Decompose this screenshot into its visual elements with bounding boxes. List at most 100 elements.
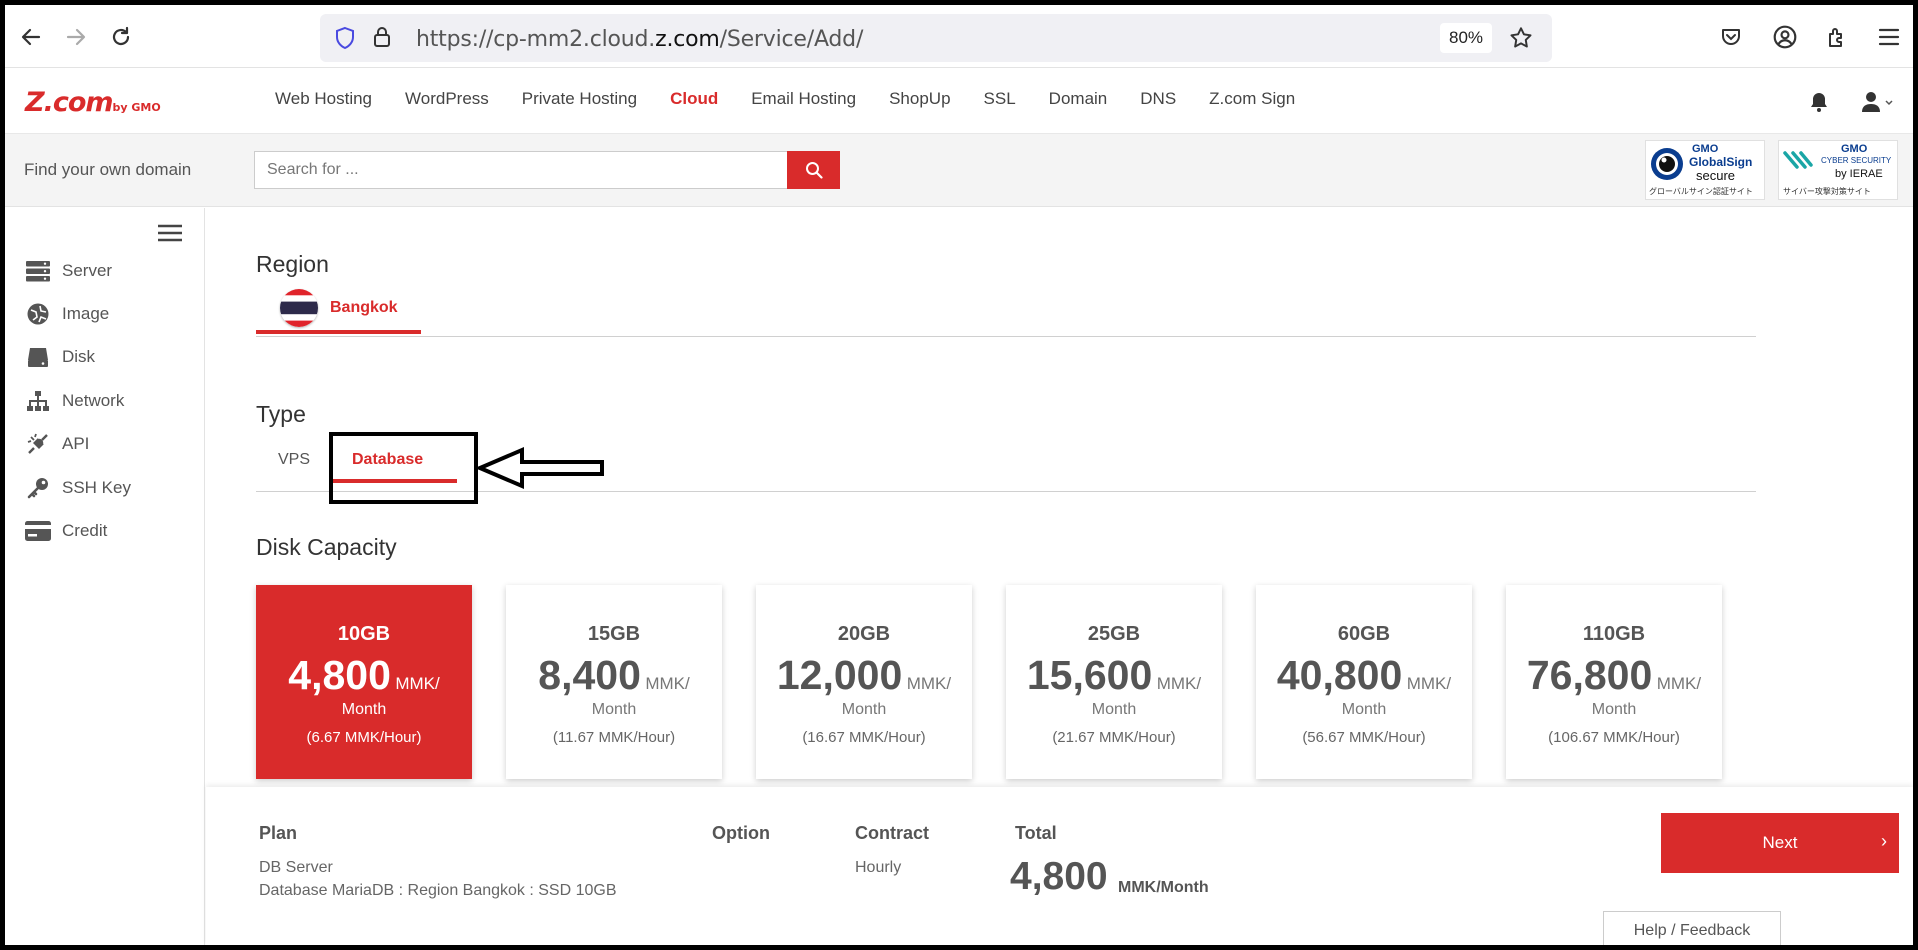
plan-line-2: Database MariaDB : Region Bangkok : SSD … [259, 882, 617, 899]
main-nav: Web Hosting WordPress Private Hosting Cl… [275, 89, 1328, 109]
url-domain: z.com [655, 27, 720, 52]
capacity-card-25gb[interactable]: 25GB 15,600 MMK/ Month (21.67 MMK/Hour) [1006, 585, 1222, 779]
card-hourly: (11.67 MMK/Hour) [552, 729, 676, 746]
url-text[interactable]: https://cp-mm2.cloud.z.com/Service/Add/ [416, 27, 863, 52]
capacity-card-15gb[interactable]: 15GB 8,400 MMK/ Month (11.67 MMK/Hour) [506, 585, 722, 779]
bell-icon[interactable] [1809, 91, 1829, 118]
browser-toolbar: https://cp-mm2.cloud.z.com/Service/Add/ … [5, 5, 1913, 68]
card-price: 8,400 [538, 652, 641, 698]
domain-search-strip: Find your own domain Search for ... GMO … [5, 133, 1913, 207]
zoom-level-badge[interactable]: 80% [1440, 23, 1492, 53]
region-title: Region [256, 251, 329, 277]
nav-zcom-sign[interactable]: Z.com Sign [1209, 89, 1295, 109]
nav-private-hosting[interactable]: Private Hosting [522, 89, 637, 109]
reload-icon[interactable] [107, 23, 135, 51]
browser-window: https://cp-mm2.cloud.z.com/Service/Add/ … [5, 5, 1913, 945]
url-prefix: https://cp-mm2.cloud. [416, 27, 656, 52]
bookmark-star-icon[interactable] [1508, 25, 1534, 56]
card-price: 40,800 [1276, 652, 1403, 698]
account-circle-icon[interactable] [1771, 23, 1799, 51]
sidebar: Server Image Disk Network API SSH Key Cr… [5, 208, 205, 945]
sidebar-toggle-icon[interactable] [157, 223, 183, 248]
card-unit: MMK/ [645, 674, 690, 693]
order-summary-bar: Plan DB Server Database MariaDB : Region… [206, 787, 1913, 945]
back-arrow-icon[interactable] [17, 23, 45, 51]
sidebar-item-label: API [62, 434, 90, 453]
card-per-month: Month [1341, 701, 1387, 718]
disk-icon [24, 344, 52, 370]
site-header: Z.comby GMO Web Hosting WordPress Privat… [5, 69, 1913, 133]
nav-dns[interactable]: DNS [1140, 89, 1176, 109]
annotation-arrow-icon [478, 446, 604, 490]
lock-icon[interactable] [372, 25, 392, 54]
contract-value: Hourly [855, 859, 902, 876]
card-hourly: (21.67 MMK/Hour) [1052, 729, 1176, 746]
sidebar-item-credit[interactable]: Credit [24, 518, 107, 544]
ierae-badge[interactable]: GMO CYBER SECURITY by IERAE サイバー攻撃対策サイト [1778, 140, 1898, 200]
plan-heading: Plan [259, 823, 298, 843]
domain-search-button[interactable] [787, 151, 840, 189]
card-capacity: 20GB [837, 623, 891, 645]
extensions-icon[interactable] [1823, 23, 1851, 51]
address-bar[interactable]: https://cp-mm2.cloud.z.com/Service/Add/ … [320, 14, 1552, 62]
logo-text: Z.com [25, 87, 114, 118]
nav-email-hosting[interactable]: Email Hosting [751, 89, 856, 109]
sidebar-item-server[interactable]: Server [24, 258, 112, 284]
key-icon [24, 475, 52, 501]
card-unit: MMK/ [1656, 674, 1702, 693]
sidebar-item-ssh-key[interactable]: SSH Key [24, 475, 131, 501]
find-domain-label: Find your own domain [24, 160, 192, 179]
api-icon [24, 431, 52, 457]
nav-domain[interactable]: Domain [1049, 89, 1108, 109]
sidebar-item-image[interactable]: Image [24, 301, 109, 327]
help-feedback-button[interactable]: Help / Feedback [1603, 911, 1781, 945]
ierae-line3: by IERAE [1835, 168, 1883, 180]
card-capacity: 60GB [1337, 623, 1391, 645]
nav-wordpress[interactable]: WordPress [405, 89, 489, 109]
forward-arrow-icon[interactable] [62, 23, 90, 51]
pocket-icon[interactable] [1717, 23, 1745, 51]
card-capacity: 10GB [337, 623, 391, 645]
capacity-card-110gb[interactable]: 110GB 76,800 MMK/ Month (106.67 MMK/Hour… [1506, 585, 1722, 779]
sidebar-item-network[interactable]: Network [24, 388, 124, 414]
zcom-logo[interactable]: Z.comby GMO [25, 87, 161, 118]
region-tab-bangkok[interactable]: Bangkok [256, 286, 421, 334]
sidebar-item-label: Image [62, 304, 110, 323]
globalsign-line2: GlobalSign [1689, 155, 1753, 169]
capacity-card-20gb[interactable]: 20GB 12,000 MMK/ Month (16.67 MMK/Hour) [756, 585, 972, 779]
tab-vps[interactable]: VPS [278, 451, 310, 469]
credit-card-icon [24, 518, 52, 544]
domain-search-input[interactable]: Search for ... [254, 151, 788, 189]
hamburger-menu-icon[interactable] [1875, 23, 1903, 51]
capacity-card-60gb[interactable]: 60GB 40,800 MMK/ Month (56.67 MMK/Hour) [1256, 585, 1472, 779]
shield-icon[interactable] [334, 26, 356, 55]
plan-line-1: DB Server [259, 859, 333, 876]
globalsign-badge[interactable]: GMO GlobalSign secure グローバルサイン認証サイト [1645, 140, 1765, 200]
nav-web-hosting[interactable]: Web Hosting [275, 89, 372, 109]
card-unit: MMK/ [1156, 674, 1202, 693]
network-icon [24, 388, 52, 414]
thailand-flag-icon [280, 289, 318, 327]
logo-sub: by GMO [112, 101, 161, 114]
nav-shopup[interactable]: ShopUp [889, 89, 950, 109]
ierae-sub: サイバー攻撃対策サイト [1783, 187, 1871, 196]
chevron-right-icon: › [1881, 831, 1887, 851]
nav-cloud[interactable]: Cloud [670, 89, 718, 109]
next-button[interactable]: Next › [1661, 813, 1899, 873]
total-unit: MMK/Month [1118, 879, 1209, 896]
card-capacity: 25GB [1087, 623, 1141, 645]
contract-heading: Contract [855, 823, 930, 843]
sidebar-item-disk[interactable]: Disk [24, 344, 95, 370]
card-price: 4,800 [288, 652, 391, 698]
server-icon [24, 258, 52, 284]
sidebar-item-api[interactable]: API [24, 431, 89, 457]
disk-capacity-title: Disk Capacity [256, 534, 397, 560]
card-price: 15,600 [1026, 652, 1153, 698]
sidebar-item-label: Disk [62, 347, 96, 366]
capacity-card-10gb[interactable]: 10GB 4,800 MMK/ Month (6.67 MMK/Hour) [256, 585, 472, 779]
card-unit: MMK/ [395, 674, 440, 693]
search-icon [805, 162, 823, 179]
nav-ssl[interactable]: SSL [984, 89, 1016, 109]
sidebar-item-label: SSH Key [62, 478, 131, 497]
user-menu-icon[interactable] [1861, 91, 1895, 118]
